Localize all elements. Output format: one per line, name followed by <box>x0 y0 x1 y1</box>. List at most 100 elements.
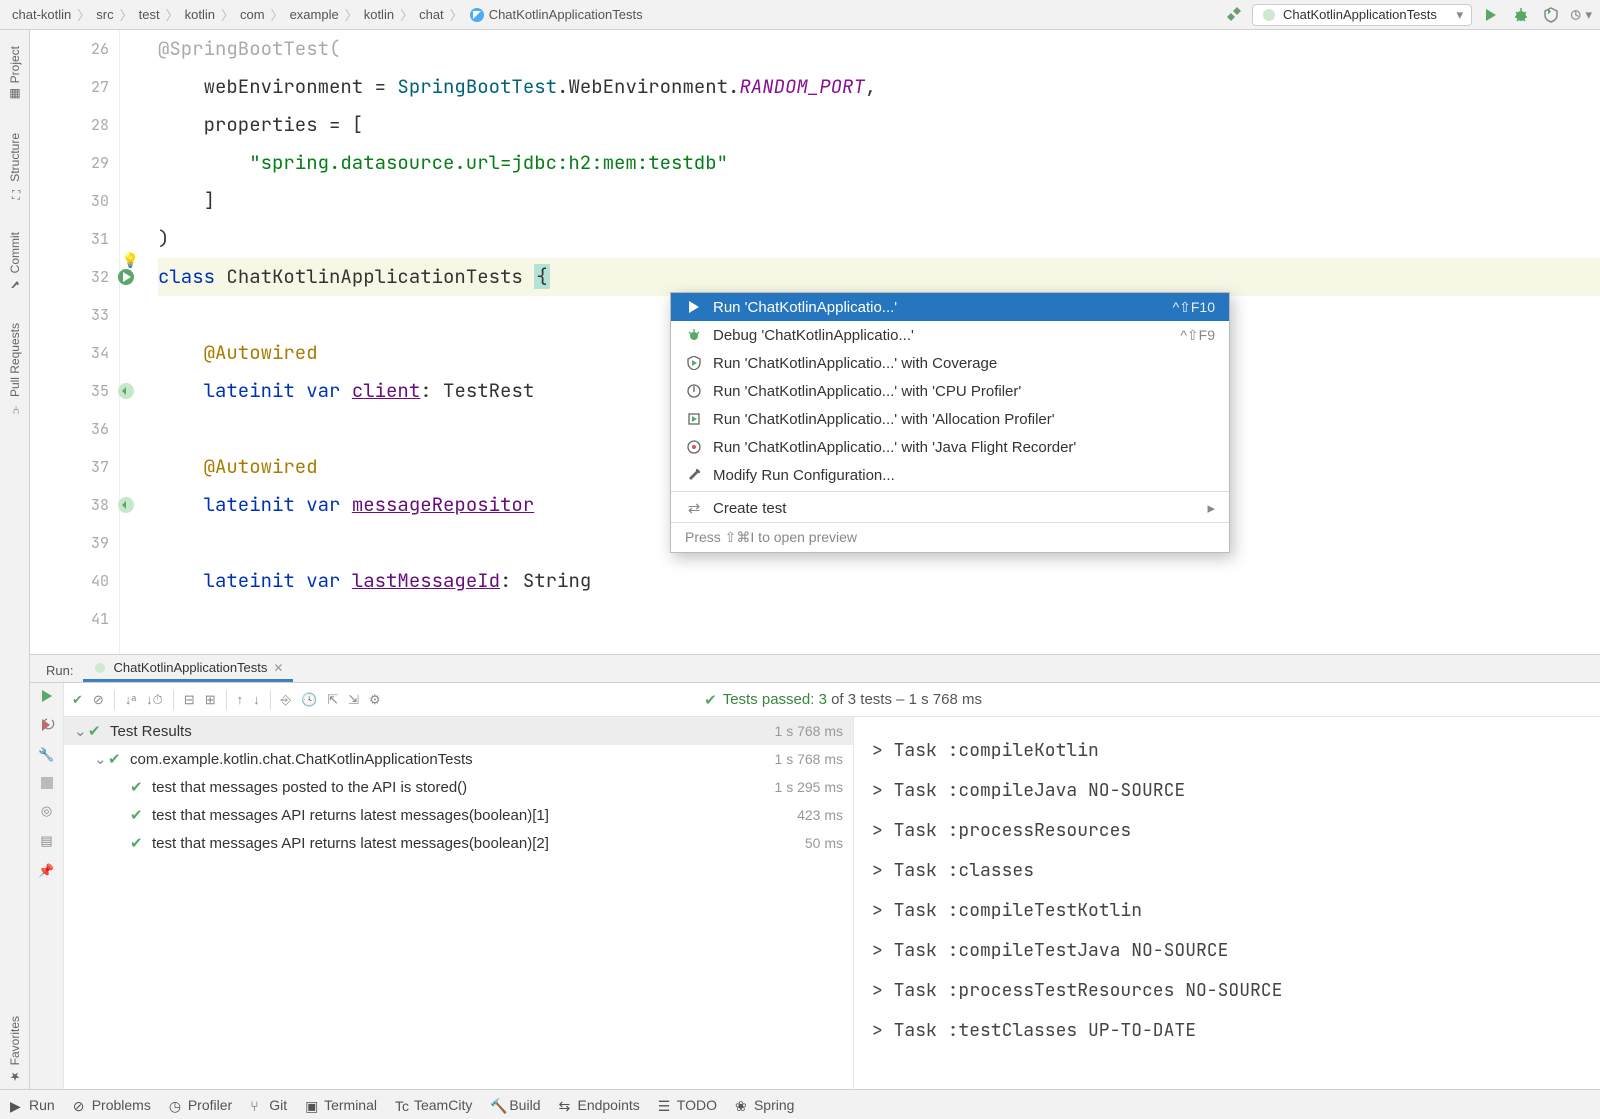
ctx-label: Debug 'ChatKotlinApplicatio...' <box>713 327 914 344</box>
pass-icon: ✔ <box>130 806 146 824</box>
ctx-hint: Press ⇧⌘I to open preview <box>671 522 1229 552</box>
breadcrumb-item[interactable]: kotlin <box>181 7 219 22</box>
settings-button[interactable]: ⚙ <box>369 692 381 708</box>
chevron-down-icon[interactable]: ⌄ <box>74 722 88 740</box>
run-configuration-selector[interactable]: ChatKotlinApplicationTests ▾ <box>1252 4 1472 26</box>
show-passed-button[interactable]: ✔ <box>72 692 83 708</box>
run-body: ⌄ ✔ Test Results 1 s 768 ms ⌄ ✔ com.exam… <box>64 717 1600 1089</box>
ctx-debug[interactable]: Debug 'ChatKotlinApplicatio...' ^⇧F9 <box>671 321 1229 349</box>
meter-icon: ◷ <box>169 1098 183 1112</box>
tool-structure[interactable]: ⛶Structure <box>8 127 22 206</box>
tree-time: 1 s 768 ms <box>775 751 843 767</box>
show-button[interactable]: ◎ <box>41 803 52 819</box>
tool-pull-requests[interactable]: ⑂Pull Requests <box>8 317 22 421</box>
history-button[interactable]: 🕓 <box>301 692 317 708</box>
toggle-auto-button[interactable]: 🔧 <box>38 747 54 763</box>
stop-button[interactable] <box>41 777 53 789</box>
tool-profiler[interactable]: ◷Profiler <box>169 1097 232 1113</box>
ctx-jfr[interactable]: Run 'ChatKotlinApplicatio...' with 'Java… <box>671 433 1229 461</box>
chevron-right-icon: 〉 <box>164 5 181 24</box>
breadcrumb-label: ChatKotlinApplicationTests <box>489 7 643 22</box>
tool-project[interactable]: ▦Project <box>8 40 22 107</box>
breadcrumb-item[interactable]: chat <box>415 7 448 22</box>
tool-commit[interactable]: ✔Commit <box>8 226 22 297</box>
tree-label: Test Results <box>110 723 192 740</box>
breadcrumb-item[interactable]: chat-kotlin <box>8 7 75 22</box>
ctx-alloc-profiler[interactable]: Run 'ChatKotlinApplicatio...' with 'Allo… <box>671 405 1229 433</box>
tool-spring[interactable]: ❀Spring <box>735 1097 794 1113</box>
tool-teamcity[interactable]: TcTeamCity <box>395 1097 472 1113</box>
export-button[interactable]: ⇲ <box>348 692 359 708</box>
code-line <box>158 600 1600 638</box>
terminal-icon: ▣ <box>305 1098 319 1112</box>
coverage-icon <box>685 354 703 372</box>
expand-button[interactable]: ⊟ <box>184 692 195 708</box>
gutter: 26 27 28 29 30 31 💡 32 33 34 35 36 37 38… <box>30 30 120 654</box>
sort-duration-button[interactable]: ↓⏱ <box>146 692 163 708</box>
close-icon[interactable]: ✕ <box>273 661 283 675</box>
run-tab[interactable]: ChatKotlinApplicationTests ✕ <box>83 656 293 682</box>
run-button[interactable] <box>1480 4 1502 26</box>
gutter-related-icon[interactable] <box>117 382 135 400</box>
ctx-label: Run 'ChatKotlinApplicatio...' with Cover… <box>713 355 997 372</box>
coverage-button[interactable] <box>1540 4 1562 26</box>
pass-icon: ✔ <box>130 834 146 852</box>
rerun-failed-button[interactable] <box>39 717 55 733</box>
tool-run[interactable]: ▶Run <box>10 1097 55 1113</box>
next-button[interactable]: ↓ <box>253 692 260 707</box>
tool-todo[interactable]: ☰TODO <box>658 1097 717 1113</box>
breadcrumb-item[interactable]: src <box>92 7 117 22</box>
console-line: > Task :classes <box>872 851 1582 891</box>
code-line: ) <box>158 220 1600 258</box>
profiler-button[interactable] <box>1570 4 1592 26</box>
context-menu: Run 'ChatKotlinApplicatio...' ^⇧F10 Debu… <box>670 292 1230 553</box>
tree-test[interactable]: ✔ test that messages API returns latest … <box>64 829 853 857</box>
tool-git[interactable]: ⑂Git <box>250 1097 287 1113</box>
build-button[interactable] <box>1222 4 1244 26</box>
tree-root[interactable]: ⌄ ✔ Test Results 1 s 768 ms <box>64 717 853 745</box>
chevron-down-icon[interactable]: ⌄ <box>94 750 108 768</box>
endpoints-icon: ⇆ <box>558 1098 572 1112</box>
ctx-label: Run 'ChatKotlinApplicatio...' with 'Java… <box>713 439 1076 456</box>
breadcrumb-item[interactable]: ChatKotlinApplicationTests <box>465 7 647 23</box>
breadcrumb-item[interactable]: com <box>236 7 269 22</box>
debug-button[interactable] <box>1510 4 1532 26</box>
tool-endpoints[interactable]: ⇆Endpoints <box>558 1097 639 1113</box>
bottom-tool-bar: ▶Run ⊘Problems ◷Profiler ⑂Git ▣Terminal … <box>0 1089 1600 1119</box>
test-tree[interactable]: ⌄ ✔ Test Results 1 s 768 ms ⌄ ✔ com.exam… <box>64 717 854 1089</box>
tool-favorites[interactable]: ★Favorites <box>8 1010 22 1089</box>
tool-problems[interactable]: ⊘Problems <box>73 1097 151 1113</box>
gutter-related-icon[interactable] <box>117 496 135 514</box>
pin-button[interactable]: 📌 <box>38 863 54 879</box>
show-ignored-button[interactable]: ⊘ <box>93 692 104 708</box>
chevron-right-icon: 〉 <box>269 5 286 24</box>
tree-class[interactable]: ⌄ ✔ com.example.kotlin.chat.ChatKotlinAp… <box>64 745 853 773</box>
prev-button[interactable]: ↑ <box>237 692 244 707</box>
ctx-modify-config[interactable]: Modify Run Configuration... <box>671 461 1229 489</box>
ctx-cpu-profiler[interactable]: Run 'ChatKotlinApplicatio...' with 'CPU … <box>671 377 1229 405</box>
tree-test[interactable]: ✔ test that messages API returns latest … <box>64 801 853 829</box>
import-button[interactable]: ⇱ <box>327 692 338 708</box>
ctx-coverage[interactable]: Run 'ChatKotlinApplicatio...' with Cover… <box>671 349 1229 377</box>
console-line: > Task :compileJava NO-SOURCE <box>872 771 1582 811</box>
breadcrumb-item[interactable]: kotlin <box>360 7 398 22</box>
ctx-create-test[interactable]: ⇄ Create test ▸ <box>671 494 1229 522</box>
console-output[interactable]: > Task :compileKotlin > Task :compileJav… <box>854 717 1600 1089</box>
ctx-label: Run 'ChatKotlinApplicatio...' with 'Allo… <box>713 411 1055 428</box>
navigate-button[interactable]: ⎆ <box>281 692 291 708</box>
sort-button[interactable]: ↓ᵃ <box>125 692 136 707</box>
run-gutter-icon[interactable] <box>117 268 135 286</box>
run-config-name: ChatKotlinApplicationTests <box>1283 7 1437 22</box>
breadcrumb-item[interactable]: example <box>286 7 343 22</box>
chevron-right-icon: 〉 <box>343 5 360 24</box>
layout-button[interactable]: ▤ <box>40 833 52 849</box>
tool-build[interactable]: 🔨Build <box>490 1097 540 1113</box>
ctx-run[interactable]: Run 'ChatKotlinApplicatio...' ^⇧F10 <box>671 293 1229 321</box>
breadcrumb-item[interactable]: test <box>135 7 164 22</box>
rerun-button[interactable] <box>40 689 54 703</box>
tool-terminal[interactable]: ▣Terminal <box>305 1097 377 1113</box>
chevron-right-icon: ▸ <box>1207 499 1215 517</box>
meter-icon <box>685 382 703 400</box>
collapse-button[interactable]: ⊞ <box>205 692 216 708</box>
tree-test[interactable]: ✔ test that messages posted to the API i… <box>64 773 853 801</box>
